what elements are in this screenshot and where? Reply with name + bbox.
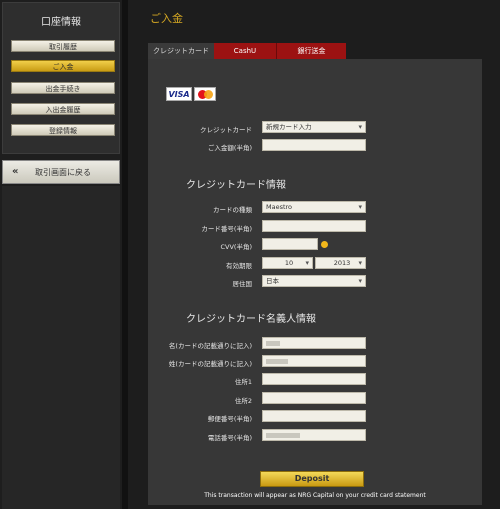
account-info-title: 口座情報 [41, 17, 81, 28]
sidebar-item-transaction-history[interactable]: 入出金履歴 [11, 103, 115, 115]
card-holder-heading: クレジットカード名義人情報 [186, 314, 316, 325]
last-name-input[interactable] [262, 355, 366, 367]
card-number-label: カード番号(半角) [201, 225, 252, 233]
cvv-label: CVV(半角) [220, 243, 252, 251]
statement-note: This transaction will appear as NRG Capi… [204, 492, 426, 499]
account-info-box: 口座情報 取引履歴 ご入金 出金手続き 入出金履歴 登録情報 [2, 2, 120, 154]
double-chevron-left-icon: « [12, 166, 19, 177]
sidebar-item-withdrawal[interactable]: 出金手続き [11, 82, 115, 94]
card-type-select[interactable]: Maestro [262, 201, 366, 213]
sidebar: 口座情報 取引履歴 ご入金 出金手続き 入出金履歴 登録情報 « 取引画面に戻る [0, 0, 122, 509]
card-type-label: カードの種類 [213, 206, 252, 214]
zip-label: 郵便番号(半角) [207, 415, 252, 423]
back-to-trading-label: 取引画面に戻る [35, 168, 91, 177]
redacted-text [266, 341, 280, 346]
back-to-trading-button[interactable]: « 取引画面に戻る [2, 160, 120, 184]
cvv-input[interactable] [262, 238, 318, 250]
card-number-input[interactable] [262, 220, 366, 232]
sidebar-item-registration-info[interactable]: 登録情報 [11, 124, 115, 136]
card-info-heading: クレジットカード情報 [186, 180, 286, 191]
address1-input[interactable] [262, 373, 366, 385]
address1-label: 住所1 [234, 378, 252, 386]
first-name-label: 名(カードの記載通りに記入) [168, 342, 252, 350]
phone-input[interactable] [262, 429, 366, 441]
address2-input[interactable] [262, 392, 366, 404]
country-label: 居住国 [232, 280, 253, 288]
page-title: ご入金 [150, 12, 183, 25]
deposit-button[interactable]: Deposit [260, 471, 364, 487]
tab-bank-transfer[interactable]: 銀行送金 [276, 43, 346, 59]
redacted-text [266, 433, 300, 438]
cvv-help-icon[interactable] [321, 241, 328, 248]
sidebar-item-trade-history[interactable]: 取引履歴 [11, 40, 115, 52]
redacted-text [266, 359, 288, 364]
sidebar-lower-panel [2, 186, 120, 509]
visa-logo: VISA [166, 87, 192, 101]
tab-credit-card[interactable]: クレジットカード [148, 43, 214, 59]
amount-label: ご入金額(半角) [207, 144, 252, 152]
mastercard-logo [194, 87, 216, 101]
expiry-label: 有効期限 [226, 262, 252, 270]
expiry-month-select[interactable]: 10 [262, 257, 313, 269]
first-name-input[interactable] [262, 337, 366, 349]
last-name-label: 姓(カードの記載通りに記入) [168, 360, 252, 368]
phone-label: 電話番号(半角) [207, 434, 252, 442]
zip-input[interactable] [262, 410, 366, 422]
credit-card-label: クレジットカード [200, 126, 252, 134]
expiry-year-select[interactable]: 2013 [315, 257, 366, 269]
main-content: ご入金 クレジットカード CashU 銀行送金 VISA クレジットカード 新規… [128, 0, 500, 509]
country-select[interactable]: 日本 [262, 275, 366, 287]
address2-label: 住所2 [234, 397, 252, 405]
sidebar-item-deposit[interactable]: ご入金 [11, 60, 115, 72]
credit-card-select[interactable]: 新規カード入力 [262, 121, 366, 133]
tab-cashu[interactable]: CashU [214, 43, 276, 59]
deposit-form-panel: VISA クレジットカード 新規カード入力 ご入金額(半角) クレジットカード情… [148, 59, 482, 505]
amount-input[interactable] [262, 139, 366, 151]
